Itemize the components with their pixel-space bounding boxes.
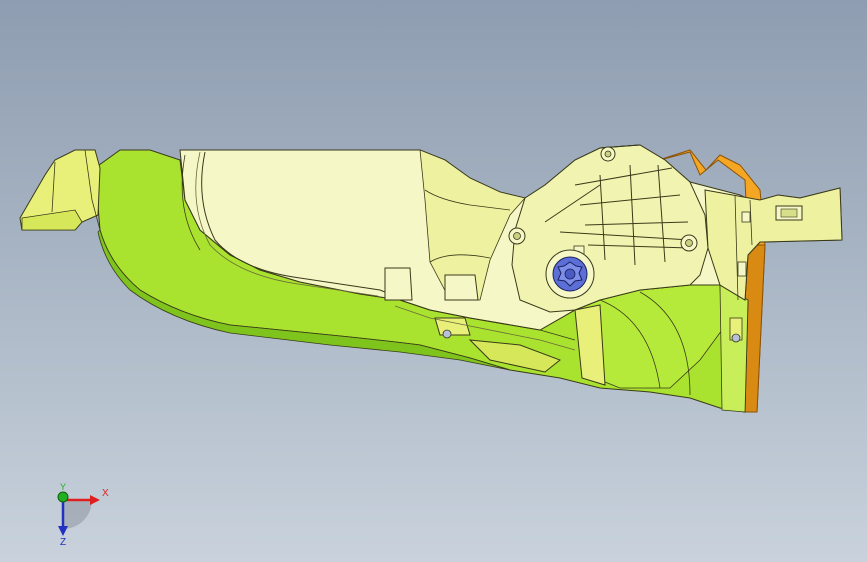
left-flange: [19, 149, 101, 231]
3d-viewport[interactable]: X Y Z: [0, 0, 867, 562]
blue-knob: [545, 249, 595, 299]
part-model[interactable]: [0, 0, 867, 562]
